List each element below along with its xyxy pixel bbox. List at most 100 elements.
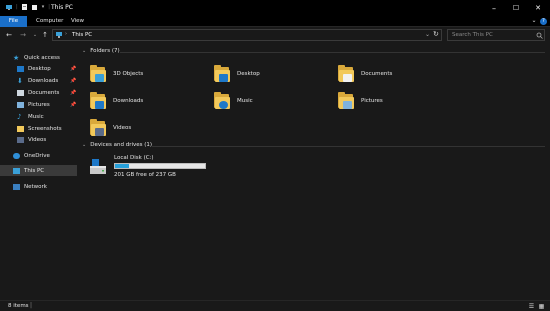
drive-usage-bar bbox=[114, 163, 206, 169]
refresh-icon[interactable]: ↻ bbox=[433, 30, 439, 38]
this-pc-icon bbox=[56, 32, 62, 38]
customize-toolbar-icon[interactable]: ▾ bbox=[42, 4, 45, 10]
breadcrumb-chevron-icon[interactable]: › bbox=[65, 31, 67, 37]
folder-icon bbox=[90, 118, 107, 138]
pin-icon: 📌 bbox=[70, 66, 77, 72]
folder-tile-documents[interactable]: Documents bbox=[338, 62, 448, 86]
folder-label: Pictures bbox=[361, 98, 383, 104]
folder-label: Documents bbox=[361, 71, 393, 77]
up-arrow-icon[interactable]: ↑ bbox=[40, 30, 50, 40]
sidebar-item-music[interactable]: ♪ Music bbox=[0, 111, 77, 122]
navigation-bar: ← → ⌄ ↑ › This PC ⌄ ↻ Search This PC bbox=[0, 27, 550, 43]
folder-label: Music bbox=[237, 98, 253, 104]
chevron-down-icon[interactable]: ⌄ bbox=[82, 48, 86, 54]
title-bar: | ▾ | This PC – ☐ ✕ bbox=[0, 0, 550, 16]
chevron-down-icon[interactable]: ⌄ bbox=[530, 17, 538, 25]
sidebar-item-downloads[interactable]: ⬇ Downloads 📌 bbox=[0, 75, 77, 86]
separator: | bbox=[30, 302, 33, 309]
folders-group-title: Folders (7) bbox=[90, 48, 120, 54]
videos-icon bbox=[17, 136, 24, 143]
drive-icon bbox=[90, 159, 106, 174]
search-box[interactable]: Search This PC bbox=[447, 29, 545, 41]
pictures-icon bbox=[17, 101, 24, 108]
sidebar-item-quick-access[interactable]: ★ Quick access bbox=[0, 52, 77, 63]
documents-icon bbox=[17, 89, 24, 96]
desktop-icon bbox=[17, 65, 24, 72]
folder-icon bbox=[17, 125, 24, 132]
minimize-button[interactable]: – bbox=[486, 2, 502, 14]
folder-icon bbox=[90, 64, 107, 84]
properties-icon[interactable] bbox=[21, 3, 28, 11]
drive-tile-local-disk[interactable]: Local Disk (C:) 201 GB free of 237 GB bbox=[88, 155, 288, 185]
folder-tile-3d-objects[interactable]: 3D Objects bbox=[90, 62, 200, 86]
folders-group-header[interactable]: ⌄ Folders (7) bbox=[82, 48, 120, 54]
folder-tile-pictures[interactable]: Pictures bbox=[338, 89, 448, 113]
folder-label: 3D Objects bbox=[113, 71, 144, 77]
tab-view[interactable]: View bbox=[63, 16, 92, 27]
music-icon: ♪ bbox=[17, 112, 22, 121]
window-title: This PC bbox=[51, 4, 73, 11]
folder-tile-desktop[interactable]: Desktop bbox=[214, 62, 324, 86]
download-icon: ⬇ bbox=[17, 76, 23, 85]
separator: | bbox=[48, 4, 50, 10]
divider bbox=[152, 146, 545, 147]
chevron-down-icon[interactable]: ⌄ bbox=[82, 142, 86, 148]
separator: | bbox=[16, 4, 18, 10]
sidebar-item-label: Quick access bbox=[24, 54, 60, 61]
sidebar-item-label: Documents bbox=[28, 89, 60, 96]
sidebar-item-documents[interactable]: Documents 📌 bbox=[0, 87, 77, 98]
help-icon[interactable]: ? bbox=[540, 18, 547, 25]
search-input[interactable]: Search This PC bbox=[452, 32, 493, 38]
item-count: 8 items bbox=[8, 303, 29, 309]
large-icons-view-icon[interactable]: ▦ bbox=[538, 303, 545, 310]
sidebar-item-videos[interactable]: Videos bbox=[0, 134, 77, 145]
sidebar-item-label: Pictures bbox=[28, 101, 50, 108]
address-dropdown-icon[interactable]: ⌄ bbox=[425, 31, 430, 38]
sidebar-item-desktop[interactable]: Desktop 📌 bbox=[0, 63, 77, 74]
quick-access-toolbar: | ▾ | bbox=[5, 3, 50, 11]
breadcrumb[interactable]: This PC bbox=[72, 32, 92, 38]
network-icon bbox=[13, 183, 20, 190]
sidebar-item-label: Desktop bbox=[28, 65, 51, 72]
sidebar-item-label: Videos bbox=[28, 136, 47, 143]
folder-icon bbox=[214, 91, 231, 111]
details-view-icon[interactable]: ☰ bbox=[528, 303, 535, 310]
search-icon bbox=[536, 32, 543, 39]
devices-group-header[interactable]: ⌄ Devices and drives (1) bbox=[82, 142, 152, 148]
folder-tile-music[interactable]: Music bbox=[214, 89, 324, 113]
folder-label: Videos bbox=[113, 125, 132, 131]
address-bar[interactable]: › This PC ⌄ ↻ bbox=[52, 29, 442, 41]
folder-tile-downloads[interactable]: Downloads bbox=[90, 89, 200, 113]
back-arrow-icon[interactable]: ← bbox=[4, 30, 14, 40]
sidebar-item-label: This PC bbox=[24, 167, 45, 174]
status-bar: 8 items | ☰ ▦ bbox=[0, 300, 550, 311]
sidebar-item-label: OneDrive bbox=[24, 152, 50, 159]
forward-arrow-icon[interactable]: → bbox=[18, 30, 28, 40]
folder-label: Desktop bbox=[237, 71, 260, 77]
new-folder-icon[interactable] bbox=[31, 3, 38, 11]
folder-icon bbox=[214, 64, 231, 84]
drive-name: Local Disk (C:) bbox=[114, 155, 154, 161]
recent-locations-icon[interactable]: ⌄ bbox=[30, 30, 40, 40]
sidebar-item-onedrive[interactable]: OneDrive bbox=[0, 150, 77, 161]
folder-tile-videos[interactable]: Videos bbox=[90, 116, 200, 140]
folder-icon bbox=[338, 91, 355, 111]
sidebar-item-screenshots[interactable]: Screenshots bbox=[0, 123, 77, 134]
star-icon: ★ bbox=[13, 53, 20, 62]
sidebar-item-label: Downloads bbox=[28, 77, 59, 84]
folder-icon bbox=[90, 91, 107, 111]
this-pc-icon bbox=[6, 5, 12, 10]
folder-label: Downloads bbox=[113, 98, 144, 104]
drive-free-space: 201 GB free of 237 GB bbox=[114, 172, 176, 178]
navigation-pane: ★ Quick access Desktop 📌 ⬇ Downloads 📌 D… bbox=[0, 43, 77, 300]
sidebar-item-this-pc[interactable]: This PC bbox=[0, 165, 77, 176]
maximize-button[interactable]: ☐ bbox=[508, 2, 524, 14]
close-button[interactable]: ✕ bbox=[530, 2, 546, 14]
pin-icon: 📌 bbox=[70, 78, 77, 84]
computer-icon bbox=[13, 167, 20, 174]
devices-group-title: Devices and drives (1) bbox=[90, 142, 153, 148]
sidebar-item-pictures[interactable]: Pictures 📌 bbox=[0, 99, 77, 110]
sidebar-item-network[interactable]: Network bbox=[0, 181, 77, 192]
tab-file[interactable]: File bbox=[0, 16, 27, 27]
file-view: ⌄ Folders (7) 3D Objects Desktop Documen… bbox=[78, 43, 550, 300]
